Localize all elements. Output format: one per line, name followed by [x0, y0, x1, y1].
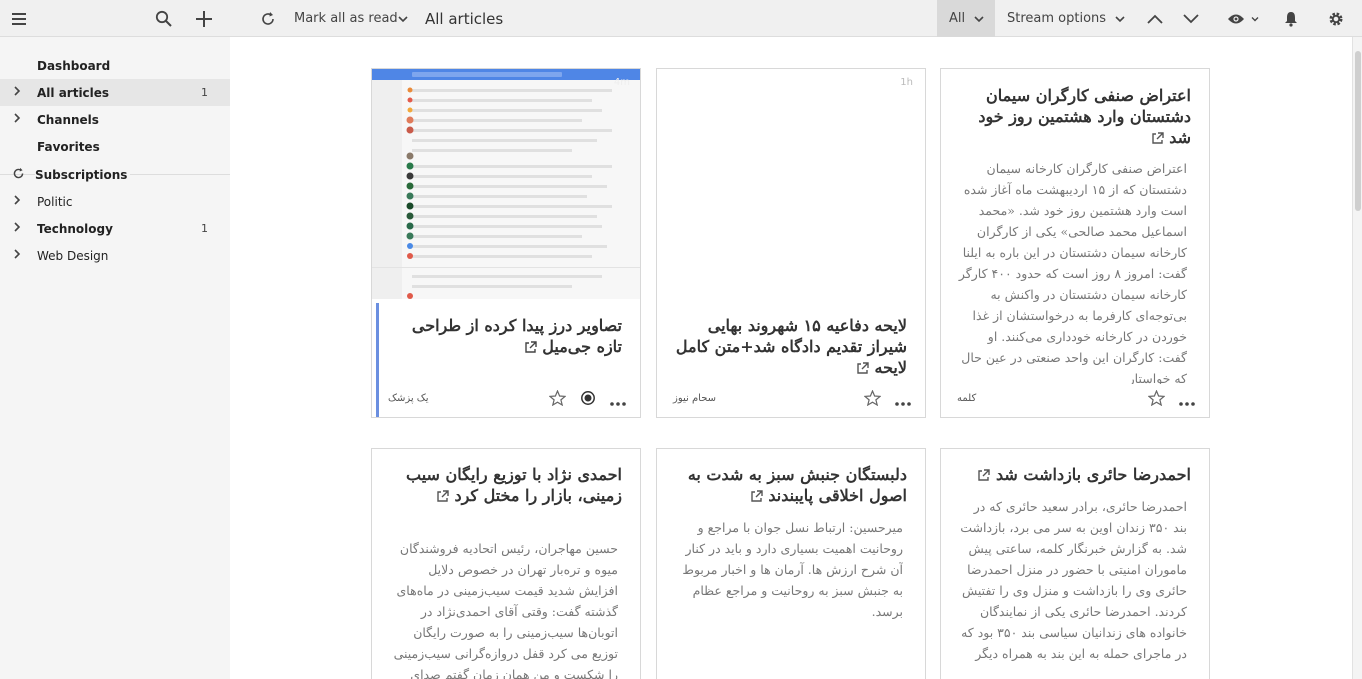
article-title-text: تصاویر درز پیدا کرده از طراحی تازه جی‌می… [411, 316, 622, 356]
article-age: 4m [613, 77, 630, 88]
star-icon[interactable] [863, 389, 882, 410]
article-source[interactable]: سحام نیوز [673, 393, 716, 404]
article-age: 1h [900, 77, 913, 88]
article-card[interactable]: اعتراض صنفی کارگران سیمان دشتستان وارد ه… [940, 68, 1210, 418]
eye-icon [1228, 14, 1244, 23]
sidebar-item-label: All articles [37, 85, 110, 100]
article-title[interactable]: اعتراض صنفی کارگران سیمان دشتستان وارد ه… [957, 85, 1191, 148]
mark-all-read-button[interactable]: Mark all as read [294, 0, 398, 37]
sidebar-item-label: Politic [37, 194, 73, 209]
unread-indicator [376, 303, 379, 417]
sidebar-item-label: Dashboard [37, 58, 111, 73]
mark-read-toggle-icon[interactable] [580, 390, 596, 410]
article-summary: اعتراض صنفی کارگران کارخانه سیمان دشتستا… [958, 161, 1187, 384]
view-mode-dropdown[interactable] [1227, 0, 1259, 37]
external-link-icon[interactable] [436, 490, 449, 503]
article-summary: حسین مهاجران، رئیس اتحادیه فروشندگان میو… [393, 541, 618, 679]
more-options-icon[interactable] [895, 391, 911, 410]
mark-all-read-label: Mark all as read [294, 11, 398, 26]
article-thumbnail: 4m [372, 69, 640, 299]
scrollbar[interactable] [1352, 37, 1362, 679]
chevron-right-icon[interactable] [14, 86, 21, 99]
article-card[interactable]: 4m تصاویر درز پیدا کرده از طراحی تازه جی… [371, 68, 641, 418]
article-title[interactable]: احمدی نژاد با توزیع رایگان سیب زمینی، با… [388, 464, 622, 506]
next-article-icon[interactable] [1179, 0, 1203, 37]
article-summary: احمدرضا حائری، برادر سعید حائری که در بن… [960, 499, 1187, 661]
external-link-icon[interactable] [856, 362, 869, 375]
page-title-text: All articles [425, 9, 504, 28]
external-link-icon[interactable] [524, 341, 537, 354]
settings-gear-icon[interactable] [1324, 0, 1348, 37]
unread-count-badge: 1 [201, 222, 208, 235]
article-actions [1147, 389, 1195, 410]
article-card[interactable]: دلبستگان جنبش سبز به شدت به اصول اخلاقی … [656, 448, 926, 679]
sidebar: Dashboard All articles 1 Channels Favori… [0, 37, 230, 679]
more-options-icon[interactable] [1179, 391, 1195, 410]
external-link-icon[interactable] [750, 490, 763, 503]
sidebar-item-dashboard[interactable]: Dashboard [0, 52, 230, 79]
mark-all-read-chevron-down-icon[interactable] [391, 0, 415, 37]
stream-options-button[interactable]: Stream options [1007, 0, 1125, 37]
sidebar-item-politic[interactable]: Politic [0, 188, 230, 215]
chevron-down-icon [974, 15, 984, 22]
filter-dropdown[interactable]: All [937, 0, 995, 37]
sidebar-item-technology[interactable]: Technology 1 [0, 215, 230, 242]
article-actions [548, 389, 626, 410]
article-title[interactable]: احمدرضا حائری بازداشت شد [957, 464, 1191, 485]
article-title-text: احمدرضا حائری بازداشت شد [996, 465, 1191, 484]
filter-label: All [949, 11, 966, 26]
refresh-icon[interactable] [12, 167, 25, 183]
article-title[interactable]: تصاویر درز پیدا کرده از طراحی تازه جی‌می… [388, 315, 622, 357]
chevron-right-icon[interactable] [14, 113, 21, 126]
search-icon[interactable] [152, 0, 176, 37]
chevron-down-icon [1115, 15, 1125, 22]
chevron-down-icon [1251, 16, 1259, 21]
article-card[interactable]: احمدی نژاد با توزیع رایگان سیب زمینی، با… [371, 448, 641, 679]
sidebar-item-label: Channels [37, 112, 99, 127]
article-card[interactable]: احمدرضا حائری بازداشت شد احمدرضا حائری، … [940, 448, 1210, 679]
article-card[interactable]: 1h لایحه دفاعیه ۱۵ شهروند بهایی شیراز تق… [656, 68, 926, 418]
sidebar-item-subscriptions[interactable]: Subscriptions [0, 161, 230, 188]
sidebar-item-web-design[interactable]: Web Design [0, 242, 230, 269]
star-icon[interactable] [1147, 389, 1166, 410]
sidebar-item-label: Subscriptions [35, 167, 131, 182]
notifications-bell-icon[interactable] [1279, 0, 1303, 37]
sidebar-item-channels[interactable]: Channels [0, 106, 230, 133]
previous-article-icon[interactable] [1143, 0, 1167, 37]
chevron-right-icon[interactable] [14, 222, 21, 235]
add-icon[interactable] [192, 0, 216, 37]
article-title-text: دلبستگان جنبش سبز به شدت به اصول اخلاقی … [687, 465, 907, 505]
sidebar-item-label: Web Design [37, 248, 109, 263]
article-source[interactable]: یک پزشک [388, 393, 429, 404]
stream-options-label: Stream options [1007, 11, 1107, 26]
unread-count-badge: 1 [201, 86, 208, 99]
star-icon[interactable] [548, 389, 567, 410]
article-actions [863, 389, 911, 410]
article-title-text: لایحه دفاعیه ۱۵ شهروند بهایی شیراز تقدیم… [675, 316, 907, 377]
menu-icon[interactable] [8, 0, 32, 37]
article-title[interactable]: دلبستگان جنبش سبز به شدت به اصول اخلاقی … [673, 464, 907, 506]
external-link-icon[interactable] [1151, 132, 1164, 145]
chevron-right-icon[interactable] [14, 195, 21, 208]
sidebar-item-favorites[interactable]: Favorites [0, 133, 230, 160]
more-options-icon[interactable] [610, 391, 626, 410]
sidebar-item-all-articles[interactable]: All articles 1 [0, 79, 230, 106]
article-source[interactable]: کلمه [957, 393, 976, 404]
refresh-icon[interactable] [256, 0, 280, 37]
sidebar-item-label: Technology [37, 221, 113, 236]
article-summary: میرحسین: ارتباط نسل جوان با مراجع و روحا… [682, 520, 903, 619]
article-title[interactable]: لایحه دفاعیه ۱۵ شهروند بهایی شیراز تقدیم… [673, 315, 907, 378]
external-link-icon[interactable] [977, 469, 991, 482]
scrollbar-thumb[interactable] [1355, 51, 1361, 211]
article-grid: 4m تصاویر درز پیدا کرده از طراحی تازه جی… [230, 37, 1352, 679]
sidebar-item-label: Favorites [37, 139, 100, 154]
page-title: All articles [425, 0, 503, 37]
top-toolbar: Mark all as read All articles All Stream… [0, 0, 1362, 37]
chevron-right-icon[interactable] [14, 249, 21, 262]
